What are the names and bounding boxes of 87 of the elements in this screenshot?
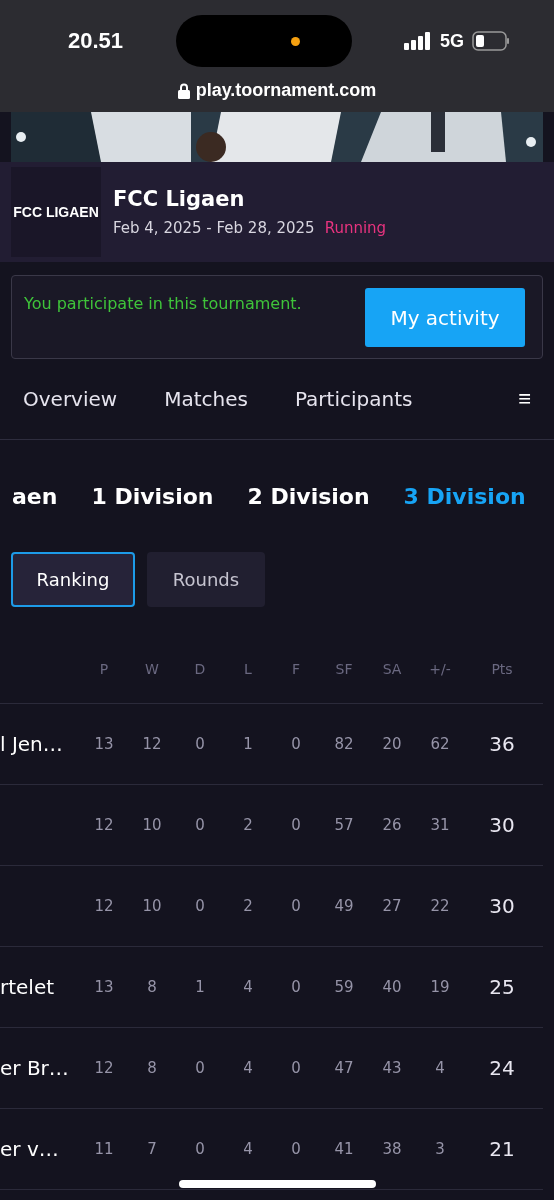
table-cell-text: 4 <box>434 1059 446 1077</box>
table-cell-text: 2 <box>242 816 254 834</box>
table-cell-text: 0 <box>194 897 206 915</box>
battery-icon <box>472 31 510 51</box>
tournament-status: Running <box>324 219 387 237</box>
table-cell-text: 8 <box>146 1059 158 1077</box>
column-header: L <box>243 661 253 677</box>
table-cell-text: 0 <box>290 816 302 834</box>
table-cell-text: 82 <box>333 735 355 753</box>
table-cell-text: 4 <box>242 978 254 996</box>
table-cell-text: 25 <box>488 975 516 999</box>
table-cell-text: 0 <box>290 1140 302 1158</box>
table-cell-text: 12 <box>93 1059 115 1077</box>
table-cell-text: 41 <box>333 1140 355 1158</box>
table-cell-text: 20 <box>381 735 403 753</box>
nav-tab[interactable]: Overview <box>23 387 118 411</box>
table-cell-text: 0 <box>194 816 206 834</box>
column-header: W <box>144 661 160 677</box>
column-header: SA <box>381 661 403 677</box>
table-cell-text: 0 <box>290 735 302 753</box>
table-cell-text: 4 <box>242 1140 254 1158</box>
table-cell-text: 12 <box>141 735 163 753</box>
table-cell-text: 27 <box>381 897 403 915</box>
table-cell-text: 12 <box>93 816 115 834</box>
table-cell-text: 8 <box>146 978 158 996</box>
division-tab[interactable]: aen <box>12 483 58 509</box>
table-cell-text: 3 <box>434 1140 446 1158</box>
table-cell-text: 13 <box>93 978 115 996</box>
table-cell-text: 10 <box>141 897 163 915</box>
table-cell-text: 38 <box>381 1140 403 1158</box>
team-name[interactable]: l Jen… <box>0 732 80 756</box>
view-tab[interactable]: Ranking <box>11 552 135 607</box>
table-cell-text: 62 <box>429 735 451 753</box>
division-tab[interactable]: 1 Division <box>91 483 214 509</box>
table-cell-text: 0 <box>290 1059 302 1077</box>
table-cell-text: 49 <box>333 897 355 915</box>
notice-text: You participate in this tournament. <box>24 294 302 315</box>
table-cell-text: 0 <box>194 735 206 753</box>
table-cell-text: 11 <box>93 1140 115 1158</box>
table-cell-text: 4 <box>242 1059 254 1077</box>
table-cell-text: 1 <box>194 978 206 996</box>
signal-icon <box>403 32 432 50</box>
column-header: Pts <box>490 661 514 677</box>
division-tab[interactable]: 2 Division <box>247 483 370 509</box>
table-cell-text: 40 <box>381 978 403 996</box>
view-tab[interactable]: Rounds <box>147 552 265 607</box>
nav-tab[interactable]: Participants <box>294 387 413 411</box>
table-cell-text: 13 <box>93 735 115 753</box>
table-cell-text: 43 <box>381 1059 403 1077</box>
status-time: 20.51 <box>68 28 124 54</box>
table-cell-text: 59 <box>333 978 355 996</box>
tournament-name: FCC Ligaen <box>113 187 246 211</box>
division-tab[interactable]: 3 Division <box>403 483 526 509</box>
column-header: SF <box>334 661 354 677</box>
nav-tab[interactable]: Matches <box>164 387 248 411</box>
table-cell-text: 12 <box>93 897 115 915</box>
table-cell-text: 31 <box>429 816 451 834</box>
table-cell-text: 0 <box>290 978 302 996</box>
table-cell-text: 7 <box>146 1140 158 1158</box>
table-cell-text: 19 <box>429 978 451 996</box>
table-cell-text: 30 <box>488 894 516 918</box>
table-cell-text: 36 <box>488 732 516 756</box>
column-header: F <box>290 661 302 677</box>
table-cell-text: 0 <box>194 1140 206 1158</box>
table-cell-text: 47 <box>333 1059 355 1077</box>
column-header: D <box>193 661 207 677</box>
table-cell-text: 57 <box>333 816 355 834</box>
team-name[interactable]: er v… <box>0 1137 80 1161</box>
tournament-dates: Feb 4, 2025 - Feb 28, 2025 <box>113 219 315 237</box>
lock-icon <box>177 82 190 99</box>
table-cell-text: 1 <box>242 735 254 753</box>
team-name[interactable]: rtelet <box>0 975 80 999</box>
table-cell-text: 2 <box>242 897 254 915</box>
team-name[interactable]: er Br… <box>0 1056 80 1080</box>
table-cell-text: 0 <box>194 1059 206 1077</box>
column-header: +/- <box>428 661 452 677</box>
table-cell-text: 30 <box>488 813 516 837</box>
column-header: P <box>98 661 110 677</box>
table-cell-text: 26 <box>381 816 403 834</box>
table-cell-text: 22 <box>429 897 451 915</box>
table-cell-text: 0 <box>290 897 302 915</box>
logo-text: FCC LIGAEN <box>13 204 99 220</box>
table-cell-text: 21 <box>488 1137 516 1161</box>
url-text[interactable]: play.toornament.com <box>195 80 377 101</box>
table-cell-text: 10 <box>141 816 163 834</box>
table-cell-text: 24 <box>488 1056 516 1080</box>
network-label: 5G <box>439 30 464 52</box>
